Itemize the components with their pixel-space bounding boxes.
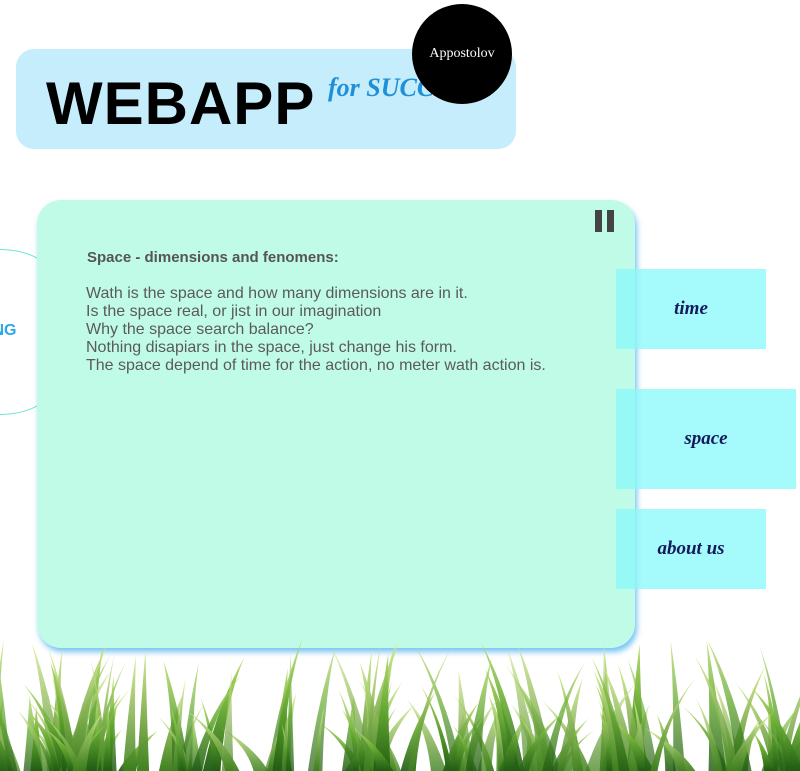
side-menu-label[interactable]: INING: [0, 322, 16, 340]
nav-tab-label: time: [674, 298, 708, 319]
pause-icon: [595, 210, 602, 232]
nav-tab-label: about us: [657, 538, 725, 559]
grass-blade: [136, 649, 150, 771]
content-line: The space depend of time for the action,…: [86, 357, 546, 374]
grass-decoration: [0, 640, 800, 771]
author-name: Appostolov: [429, 46, 495, 61]
content-text: Wath is the space and how many dimension…: [86, 285, 546, 375]
content-heading: Space - dimensions and fenomens:: [87, 249, 339, 266]
app-title: WEBAPP: [46, 70, 316, 137]
nav-tab-space[interactable]: space: [616, 389, 796, 489]
content-line: Is the space real, or jist in our imagin…: [86, 303, 382, 320]
content-line: Why the space search balance?: [86, 321, 314, 338]
grass-blade: [122, 655, 136, 771]
nav-tab-time[interactable]: time: [616, 269, 766, 349]
pause-icon-bar: [607, 210, 614, 232]
content-line: Wath is the space and how many dimension…: [86, 285, 468, 302]
pause-button[interactable]: [595, 210, 617, 232]
content-line: Nothing disapiars in the space, just cha…: [86, 339, 457, 356]
nav-tab-about-us[interactable]: about us: [616, 509, 766, 589]
content-panel: Space - dimensions and fenomens: Wath is…: [37, 200, 635, 648]
grass-blade: [307, 647, 336, 771]
author-badge[interactable]: Appostolov: [412, 4, 512, 104]
nav-tab-label: space: [684, 428, 728, 449]
page: WEBAPP for SUCCESS Appostolov INING Spac…: [0, 0, 800, 771]
